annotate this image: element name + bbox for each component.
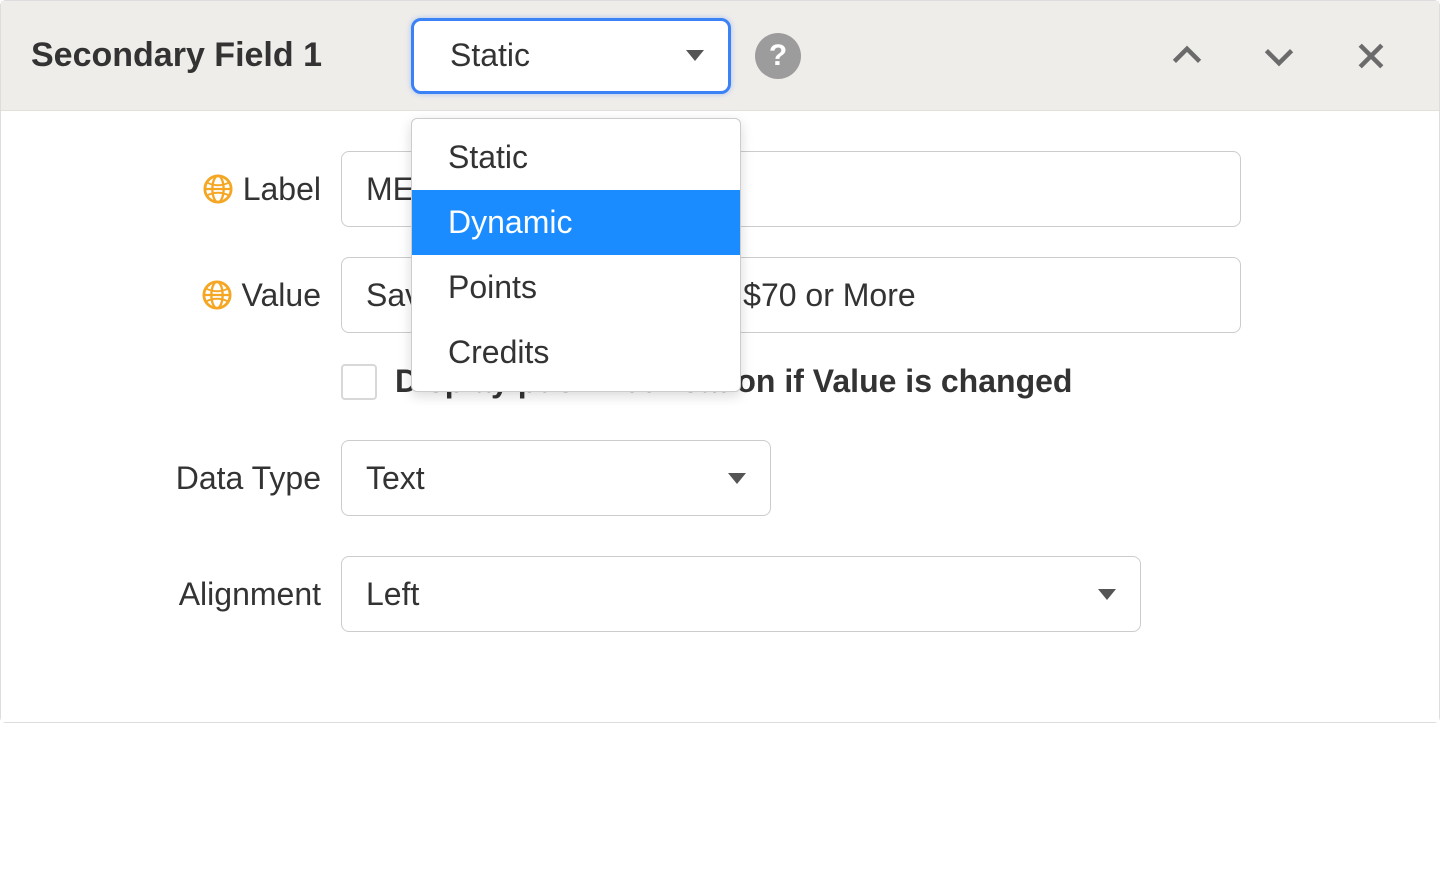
caret-down-icon [728,473,746,484]
secondary-field-panel: Secondary Field 1 Static Static Dynamic … [0,0,1440,723]
panel-title: Secondary Field 1 [31,36,411,75]
dropdown-option-dynamic[interactable]: Dynamic [412,190,740,255]
field-type-dropdown-container: Static Static Dynamic Points Credits [411,18,731,94]
datatype-row: Data Type Text [41,440,1399,516]
dropdown-option-static[interactable]: Static [412,125,740,190]
alignment-field-label: Alignment [179,576,321,613]
panel-header: Secondary Field 1 Static Static Dynamic … [1,1,1439,111]
datatype-label-col: Data Type [41,460,341,497]
close-icon [1353,38,1389,74]
datatype-field-label: Data Type [176,460,321,497]
chevron-up-icon [1169,38,1205,74]
label-field-label: Label [243,171,321,208]
datatype-selected-value: Text [366,460,425,497]
chevron-down-icon [1261,38,1297,74]
remove-button[interactable] [1345,30,1397,82]
field-type-selected-value: Static [450,37,530,74]
alignment-row: Alignment Left [41,556,1399,632]
notification-checkbox[interactable] [341,364,377,400]
label-label-col: Label [41,171,341,208]
datatype-control-col: Text [341,440,1399,516]
alignment-select[interactable]: Left [341,556,1141,632]
alignment-label-col: Alignment [41,576,341,613]
value-field-label: Value [242,277,321,314]
globe-icon [203,174,233,204]
help-icon[interactable]: ? [755,33,801,79]
caret-down-icon [686,50,704,61]
dropdown-option-credits[interactable]: Credits [412,320,740,385]
header-actions [1161,30,1409,82]
dropdown-option-points[interactable]: Points [412,255,740,320]
alignment-selected-value: Left [366,576,419,613]
value-label-col: Value [41,277,341,314]
globe-icon [202,280,232,310]
move-down-button[interactable] [1253,30,1305,82]
field-type-select[interactable]: Static [411,18,731,94]
alignment-control-col: Left [341,556,1399,632]
field-type-dropdown-menu: Static Dynamic Points Credits [411,118,741,392]
caret-down-icon [1098,589,1116,600]
datatype-select[interactable]: Text [341,440,771,516]
move-up-button[interactable] [1161,30,1213,82]
